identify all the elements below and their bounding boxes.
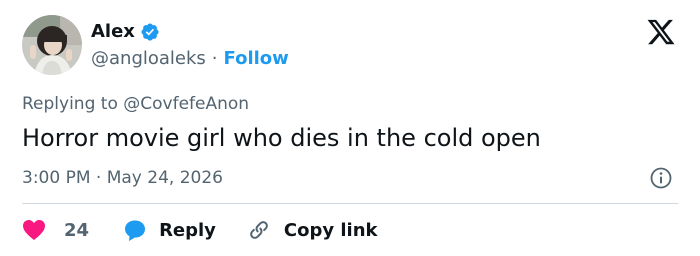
avatar[interactable]	[22, 15, 82, 75]
like-button[interactable]: 24	[22, 219, 89, 241]
action-bar: 24 Reply Copy link	[22, 216, 378, 244]
tweet-date[interactable]: May 24, 2026	[107, 168, 223, 188]
reply-button[interactable]: Reply	[123, 218, 216, 242]
heart-icon	[22, 219, 46, 241]
link-icon	[248, 219, 270, 241]
author-name-row: Alex	[91, 20, 160, 44]
author-handle-row: @angloaleks · Follow	[91, 47, 289, 71]
follow-button[interactable]: Follow	[224, 47, 289, 71]
copy-link-button[interactable]: Copy link	[248, 219, 378, 241]
replying-to-handle[interactable]: @CovfefeAnon	[123, 94, 249, 114]
reply-bubble-icon	[123, 218, 147, 242]
author-name[interactable]: Alex	[91, 20, 135, 44]
tweet-text: Horror movie girl who dies in the cold o…	[22, 124, 541, 152]
author-handle[interactable]: @angloaleks	[91, 47, 206, 71]
reply-label: Reply	[159, 219, 216, 241]
replying-to: Replying to @CovfefeAnon	[22, 92, 249, 116]
replying-to-prefix: Replying to	[22, 94, 124, 114]
info-icon[interactable]	[649, 166, 673, 190]
like-count: 24	[64, 219, 90, 241]
divider	[22, 203, 678, 204]
separator-dot: ·	[211, 48, 218, 69]
tweet-time[interactable]: 3:00 PM	[22, 168, 91, 188]
copy-link-label: Copy link	[283, 219, 378, 241]
verified-badge-icon	[140, 22, 160, 42]
x-logo-icon[interactable]	[646, 17, 676, 47]
timestamp-separator: ·	[90, 168, 107, 188]
tweet-timestamp[interactable]: 3:00 PM · May 24, 2026	[22, 166, 223, 190]
